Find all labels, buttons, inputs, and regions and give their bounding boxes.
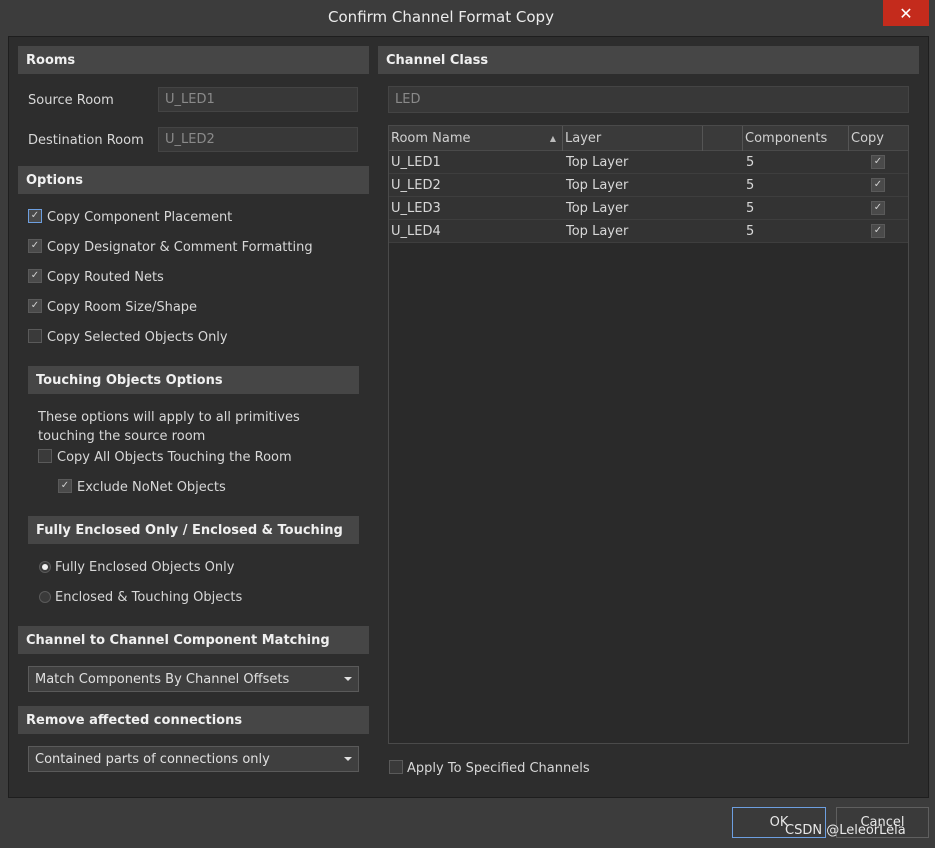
copy-checkbox[interactable]: ✓ <box>871 201 885 215</box>
table-row[interactable]: U_LED1 Top Layer 5 ✓ <box>389 151 908 174</box>
room-name-cell: U_LED2 <box>391 178 441 193</box>
copy-selected-only-checkbox[interactable] <box>28 329 42 343</box>
check-icon: ✓ <box>873 179 883 190</box>
check-icon: ✓ <box>30 270 40 281</box>
table-row[interactable]: U_LED2 Top Layer 5 ✓ <box>389 174 908 197</box>
table-row[interactable]: U_LED3 Top Layer 5 ✓ <box>389 197 908 220</box>
copy-routed-nets-checkbox[interactable]: ✓ <box>28 269 42 283</box>
room-name-cell: U_LED1 <box>391 155 441 170</box>
check-icon: ✓ <box>30 210 40 221</box>
table-header: Room Name ▲ Layer Components Copy <box>389 126 908 151</box>
room-name-cell: U_LED3 <box>391 201 441 216</box>
close-button[interactable]: ✕ <box>883 0 929 26</box>
options-header: Options <box>18 166 369 194</box>
component-matching-dropdown[interactable]: Match Components By Channel Offsets <box>28 666 359 692</box>
col-components[interactable]: Components <box>743 126 849 151</box>
check-icon: ✓ <box>60 480 70 491</box>
touching-description: These options will apply to all primitiv… <box>38 410 300 444</box>
components-cell: 5 <box>746 155 755 170</box>
source-room-field[interactable]: U_LED1 <box>158 87 358 112</box>
copy-checkbox[interactable]: ✓ <box>871 178 885 192</box>
channel-class-field[interactable]: LED <box>388 86 909 113</box>
destination-room-field[interactable]: U_LED2 <box>158 127 358 152</box>
remove-connections-value: Contained parts of connections only <box>35 751 270 767</box>
copy-selected-only-label[interactable]: Copy Selected Objects Only <box>47 330 228 345</box>
rooms-header: Rooms <box>18 46 369 74</box>
enclosed-options-header: Fully Enclosed Only / Enclosed & Touchin… <box>28 516 359 544</box>
components-cell: 5 <box>746 224 755 239</box>
remove-connections-header: Remove affected connections <box>18 706 369 734</box>
table-row[interactable]: U_LED4 Top Layer 5 ✓ <box>389 220 908 243</box>
fully-enclosed-label[interactable]: Fully Enclosed Objects Only <box>55 560 234 575</box>
col-room-name[interactable]: Room Name ▲ <box>389 126 563 151</box>
exclude-nonet-checkbox[interactable]: ✓ <box>58 479 72 493</box>
chevron-down-icon <box>344 677 352 681</box>
exclude-nonet-label[interactable]: Exclude NoNet Objects <box>77 480 226 495</box>
remove-connections-dropdown[interactable]: Contained parts of connections only <box>28 746 359 772</box>
window-title: Confirm Channel Format Copy <box>328 8 554 26</box>
check-icon: ✓ <box>873 202 883 213</box>
copy-component-placement-checkbox[interactable]: ✓ <box>28 209 42 223</box>
copy-checkbox[interactable]: ✓ <box>871 224 885 238</box>
sort-ascending-icon: ▲ <box>549 134 556 143</box>
apply-specified-label[interactable]: Apply To Specified Channels <box>407 761 590 776</box>
watermark-text: CSDN @LeleorLela <box>785 823 906 838</box>
check-icon: ✓ <box>873 156 883 167</box>
channel-class-header: Channel Class <box>378 46 919 74</box>
check-icon: ✓ <box>30 300 40 311</box>
touching-options-header: Touching Objects Options <box>28 366 359 394</box>
copy-routed-nets-label[interactable]: Copy Routed Nets <box>47 270 164 285</box>
radio-selected-dot <box>42 564 48 570</box>
col-blank[interactable] <box>703 126 743 151</box>
apply-specified-checkbox[interactable] <box>389 760 403 774</box>
components-cell: 5 <box>746 178 755 193</box>
copy-component-placement-label[interactable]: Copy Component Placement <box>47 210 232 225</box>
fully-enclosed-radio[interactable] <box>39 561 51 573</box>
close-icon: ✕ <box>899 3 913 23</box>
components-cell: 5 <box>746 201 755 216</box>
check-icon: ✓ <box>873 225 883 236</box>
copy-room-size-checkbox[interactable]: ✓ <box>28 299 42 313</box>
enclosed-touching-radio[interactable] <box>39 591 51 603</box>
copy-checkbox[interactable]: ✓ <box>871 155 885 169</box>
component-matching-header: Channel to Channel Component Matching <box>18 626 369 654</box>
source-room-label: Source Room <box>28 93 114 108</box>
layer-cell: Top Layer <box>566 201 629 216</box>
copy-room-size-label[interactable]: Copy Room Size/Shape <box>47 300 197 315</box>
copy-all-touching-label[interactable]: Copy All Objects Touching the Room <box>57 450 292 465</box>
room-name-cell: U_LED4 <box>391 224 441 239</box>
layer-cell: Top Layer <box>566 224 629 239</box>
copy-designator-formatting-checkbox[interactable]: ✓ <box>28 239 42 253</box>
copy-designator-formatting-label[interactable]: Copy Designator & Comment Formatting <box>47 240 313 255</box>
enclosed-touching-label[interactable]: Enclosed & Touching Objects <box>55 590 242 605</box>
chevron-down-icon <box>344 757 352 761</box>
check-icon: ✓ <box>30 240 40 251</box>
component-matching-value: Match Components By Channel Offsets <box>35 671 290 687</box>
col-layer[interactable]: Layer <box>563 126 703 151</box>
col-copy[interactable]: Copy <box>849 126 908 151</box>
destination-room-label: Destination Room <box>28 133 144 148</box>
layer-cell: Top Layer <box>566 178 629 193</box>
rooms-table: Room Name ▲ Layer Components Copy U_LED1… <box>388 125 909 744</box>
copy-all-touching-checkbox[interactable] <box>38 449 52 463</box>
layer-cell: Top Layer <box>566 155 629 170</box>
